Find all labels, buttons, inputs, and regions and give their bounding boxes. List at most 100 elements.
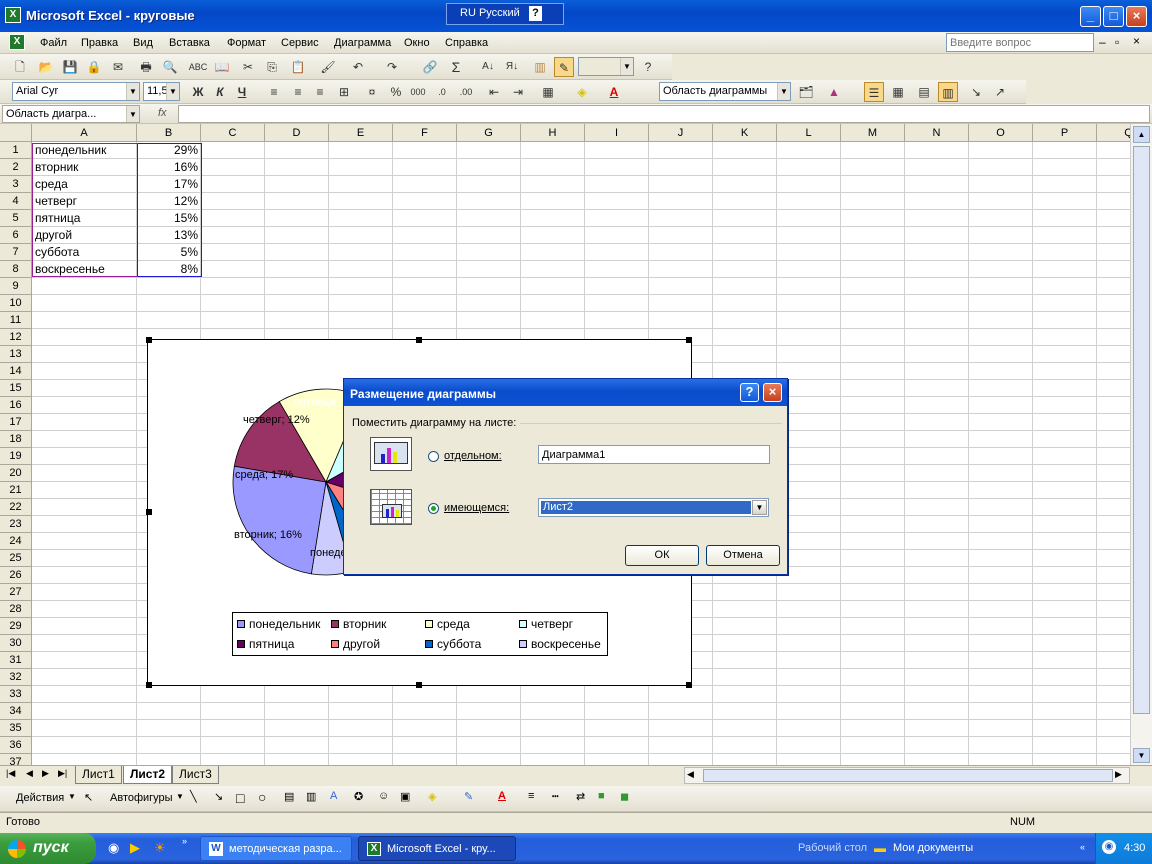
- scroll-up-icon[interactable]: ▲: [1133, 126, 1150, 143]
- legend-item[interactable]: воскресенье: [519, 637, 601, 651]
- font-color-icon[interactable]: A: [604, 82, 624, 102]
- excel-app-icon[interactable]: X: [5, 7, 21, 23]
- legend-item[interactable]: пятница: [237, 637, 294, 651]
- zoom-combo[interactable]: ▼: [578, 57, 634, 76]
- row-header-33[interactable]: 33: [0, 686, 32, 703]
- column-header-J[interactable]: J: [649, 124, 713, 142]
- column-header-D[interactable]: D: [265, 124, 329, 142]
- select-all-corner[interactable]: [0, 124, 32, 142]
- actions-menu[interactable]: Действия: [16, 792, 64, 804]
- language-bar[interactable]: RU Русский ?: [446, 3, 564, 25]
- taskbar-item-word[interactable]: Wметодическая разра...: [200, 836, 352, 861]
- arrow-icon[interactable]: ↘: [214, 790, 223, 803]
- separate-sheet-label[interactable]: отдельном:: [444, 450, 502, 462]
- row-header-17[interactable]: 17: [0, 414, 32, 431]
- quicklaunch-more-icon[interactable]: »: [182, 836, 187, 846]
- dash-style-icon[interactable]: ┅: [552, 790, 559, 803]
- drawing-icon[interactable]: ✎: [554, 57, 574, 77]
- existing-sheet-select[interactable]: Лист2 ▼: [538, 498, 769, 517]
- print-preview-icon[interactable]: 🔍: [160, 57, 180, 77]
- dialog-close-button[interactable]: ×: [763, 383, 782, 402]
- row-header-15[interactable]: 15: [0, 380, 32, 397]
- separate-sheet-name-input[interactable]: [538, 445, 770, 464]
- legend-item[interactable]: суббота: [425, 637, 481, 651]
- row-header-4[interactable]: 4: [0, 193, 32, 210]
- minimize-button[interactable]: _: [1080, 6, 1101, 27]
- doc-close-button[interactable]: ×: [1133, 34, 1140, 48]
- menu-edit[interactable]: Правка: [81, 37, 118, 49]
- fx-icon[interactable]: fx: [158, 107, 167, 119]
- line-icon[interactable]: ╲: [190, 790, 197, 803]
- column-header-G[interactable]: G: [457, 124, 521, 142]
- resize-handle[interactable]: [416, 337, 422, 343]
- row-header-16[interactable]: 16: [0, 397, 32, 414]
- fill-bucket-icon[interactable]: ◈: [428, 790, 436, 803]
- close-button[interactable]: ×: [1126, 6, 1147, 27]
- cut-icon[interactable]: ✂: [238, 57, 258, 77]
- start-button[interactable]: пуск: [0, 833, 96, 864]
- maximize-button[interactable]: □: [1103, 6, 1124, 27]
- paste-icon[interactable]: 📋: [288, 57, 308, 77]
- legend-item[interactable]: среда: [425, 617, 470, 631]
- menu-chart[interactable]: Диаграмма: [334, 37, 391, 49]
- underline-button[interactable]: Ч: [232, 82, 252, 102]
- row-header-6[interactable]: 6: [0, 227, 32, 244]
- format-chart-area-icon[interactable]: 🗂: [796, 82, 816, 102]
- resize-handle[interactable]: [416, 682, 422, 688]
- column-header-A[interactable]: A: [32, 124, 137, 142]
- legend-item[interactable]: четверг: [519, 617, 573, 631]
- resize-handle[interactable]: [146, 509, 152, 515]
- prev-sheet-icon[interactable]: ◀: [26, 768, 33, 779]
- row-header-19[interactable]: 19: [0, 448, 32, 465]
- currency-icon[interactable]: ¤: [362, 82, 382, 102]
- font-size-combo[interactable]: 11,5 ▼: [143, 82, 180, 101]
- row-header-35[interactable]: 35: [0, 720, 32, 737]
- new-icon[interactable]: 🗋: [10, 57, 30, 77]
- row-header-31[interactable]: 31: [0, 652, 32, 669]
- column-header-P[interactable]: P: [1033, 124, 1097, 142]
- help-icon[interactable]: ?: [529, 6, 542, 21]
- sort-descending-icon[interactable]: Я↓: [502, 57, 522, 77]
- permission-icon[interactable]: 🔒: [84, 57, 104, 77]
- scroll-right-icon[interactable]: ▶: [1115, 769, 1122, 780]
- column-header-E[interactable]: E: [329, 124, 393, 142]
- tab-sheet2[interactable]: Лист2: [123, 766, 173, 784]
- autosum-icon[interactable]: Σ: [446, 57, 466, 77]
- scroll-left-icon[interactable]: ◀: [687, 769, 694, 780]
- doc-minimize-button[interactable]: –: [1099, 35, 1106, 49]
- resize-handle[interactable]: [146, 337, 152, 343]
- first-sheet-icon[interactable]: |◀: [6, 768, 15, 779]
- row-header-25[interactable]: 25: [0, 550, 32, 567]
- diagram-icon[interactable]: ✪: [354, 790, 363, 803]
- row-header-3[interactable]: 3: [0, 176, 32, 193]
- row-header-23[interactable]: 23: [0, 516, 32, 533]
- increase-indent-icon[interactable]: ⇥: [508, 82, 528, 102]
- row-header-2[interactable]: 2: [0, 159, 32, 176]
- quicklaunch-app-icon[interactable]: ☀: [154, 840, 166, 856]
- redo-icon[interactable]: ↷: [382, 57, 402, 77]
- hyperlink-icon[interactable]: 🔗: [420, 57, 440, 77]
- increase-decimal-icon[interactable]: .0: [432, 82, 452, 102]
- legend-item[interactable]: другой: [331, 637, 380, 651]
- row-header-24[interactable]: 24: [0, 533, 32, 550]
- row-header-28[interactable]: 28: [0, 601, 32, 618]
- column-header-O[interactable]: O: [969, 124, 1033, 142]
- row-header-12[interactable]: 12: [0, 329, 32, 346]
- row-header-18[interactable]: 18: [0, 431, 32, 448]
- line-color-icon[interactable]: ✎: [464, 790, 473, 803]
- picture-icon[interactable]: ▣: [400, 790, 410, 803]
- row-header-37[interactable]: 37: [0, 754, 32, 765]
- column-header-C[interactable]: C: [201, 124, 265, 142]
- scroll-thumb[interactable]: [1133, 146, 1150, 714]
- resize-handle[interactable]: [686, 682, 692, 688]
- legend-icon[interactable]: ☰: [864, 82, 884, 102]
- menu-file[interactable]: Файл: [40, 37, 67, 49]
- wordart-icon[interactable]: A: [330, 790, 337, 802]
- row-header-27[interactable]: 27: [0, 584, 32, 601]
- merge-center-icon[interactable]: ⊞: [334, 82, 354, 102]
- align-right-icon[interactable]: ≡: [310, 82, 330, 102]
- resize-handle[interactable]: [686, 337, 692, 343]
- tab-sheet3[interactable]: Лист3: [172, 766, 219, 784]
- angle-text-up-icon[interactable]: ↗: [990, 82, 1010, 102]
- borders-icon[interactable]: ▦: [538, 82, 558, 102]
